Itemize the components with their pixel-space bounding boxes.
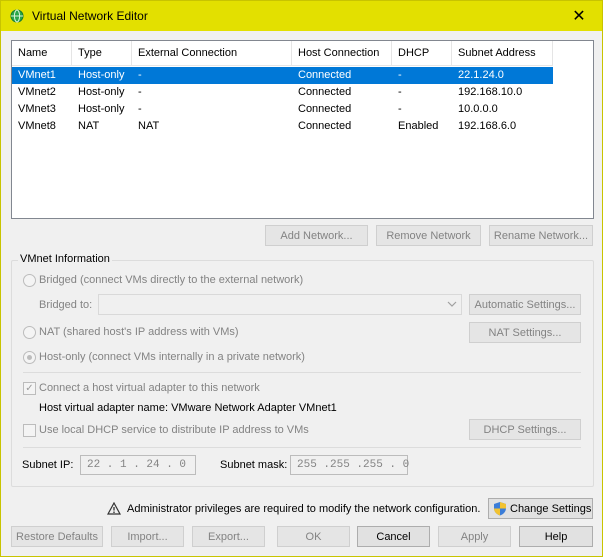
subnet-mask-label: Subnet mask:: [220, 459, 288, 471]
cell-name: VMnet8: [18, 120, 56, 132]
separator: [23, 372, 581, 373]
column-header-name[interactable]: Name: [12, 41, 72, 66]
cell-subnet: 192.168.10.0: [458, 86, 523, 98]
cell-type: Host-only: [78, 86, 125, 98]
list-header: Name Type External Connection Host Conne…: [12, 41, 553, 66]
connect-adapter-checkbox[interactable]: ✓: [23, 382, 36, 395]
host-only-radio[interactable]: [23, 351, 36, 364]
bridged-to-label: Bridged to:: [39, 299, 93, 311]
subnet-mask-field[interactable]: 255 .255 .255 . 0: [290, 455, 409, 475]
dhcp-label: Use local DHCP service to distribute IP …: [39, 424, 309, 436]
warning-icon: [106, 501, 122, 518]
cell-subnet: 10.0.0.0: [458, 103, 498, 115]
subnet-ip-label: Subnet IP:: [22, 459, 74, 471]
host-only-label: Host-only (connect VMs internally in a p…: [39, 351, 305, 363]
admin-notice-text: Administrator privileges are required to…: [127, 503, 481, 515]
cell-dhcp: -: [398, 103, 402, 115]
bridged-radio[interactable]: [23, 274, 36, 287]
network-list[interactable]: Name Type External Connection Host Conne…: [11, 40, 594, 219]
nat-settings-button[interactable]: NAT Settings...: [469, 322, 581, 343]
import-button[interactable]: Import...: [111, 526, 184, 547]
cell-subnet: 22.1.24.0: [458, 69, 504, 81]
change-settings-button[interactable]: Change Settings: [488, 498, 593, 519]
separator: [23, 447, 581, 448]
column-header-dhcp[interactable]: DHCP: [392, 41, 452, 66]
export-button[interactable]: Export...: [192, 526, 265, 547]
remove-network-button[interactable]: Remove Network: [376, 225, 481, 246]
dhcp-settings-button[interactable]: DHCP Settings...: [469, 419, 581, 440]
chevron-down-icon: [447, 298, 457, 313]
cell-name: VMnet2: [18, 86, 56, 98]
column-header-external-connection[interactable]: External Connection: [132, 41, 292, 66]
bridged-to-dropdown[interactable]: [98, 294, 462, 315]
shield-icon: [493, 501, 507, 516]
cell-name: VMnet3: [18, 103, 56, 115]
ok-button[interactable]: OK: [277, 526, 350, 547]
cell-host-connection: Connected: [298, 120, 352, 132]
cell-type: Host-only: [78, 69, 125, 81]
cell-host-connection: Connected: [298, 69, 352, 81]
bridged-label: Bridged (connect VMs directly to the ext…: [39, 274, 304, 286]
cancel-button[interactable]: Cancel: [357, 526, 430, 547]
subnet-ip-field[interactable]: 22 . 1 . 24 . 0: [80, 455, 196, 475]
column-header-subnet-address[interactable]: Subnet Address: [452, 41, 553, 66]
table-row[interactable]: VMnet2 Host-only - Connected - 192.168.1…: [12, 84, 553, 101]
change-settings-label: Change Settings: [510, 502, 592, 515]
nat-label: NAT (shared host's IP address with VMs): [39, 326, 239, 338]
group-title: VMnet Information: [18, 253, 112, 265]
cell-external: NAT: [138, 120, 160, 132]
cell-type: Host-only: [78, 103, 125, 115]
close-button[interactable]: ✕: [556, 1, 602, 31]
close-icon: ✕: [572, 8, 586, 25]
help-button[interactable]: Help: [519, 526, 593, 547]
dhcp-checkbox[interactable]: [23, 424, 36, 437]
automatic-settings-button[interactable]: Automatic Settings...: [469, 294, 581, 315]
table-row[interactable]: VMnet1 Host-only - Connected - 22.1.24.0: [12, 67, 553, 84]
virtual-network-editor-window: Virtual Network Editor ✕ Name Type Exter…: [0, 0, 603, 557]
adapter-name-text: Host virtual adapter name: VMware Networ…: [39, 402, 337, 414]
cell-dhcp: Enabled: [398, 120, 439, 132]
table-row[interactable]: VMnet3 Host-only - Connected - 10.0.0.0: [12, 101, 553, 118]
cell-external: -: [138, 103, 142, 115]
cell-dhcp: -: [398, 69, 402, 81]
cell-host-connection: Connected: [298, 103, 352, 115]
cell-name: VMnet1: [18, 69, 56, 81]
title-bar[interactable]: Virtual Network Editor ✕: [1, 1, 602, 31]
cell-type: NAT: [78, 120, 100, 132]
cell-dhcp: -: [398, 86, 402, 98]
restore-defaults-button[interactable]: Restore Defaults: [11, 526, 103, 547]
nat-radio[interactable]: [23, 326, 36, 339]
window-title: Virtual Network Editor: [32, 9, 148, 23]
cell-external: -: [138, 69, 142, 81]
column-header-type[interactable]: Type: [72, 41, 132, 66]
globe-icon: [10, 9, 24, 23]
column-header-host-connection[interactable]: Host Connection: [292, 41, 392, 66]
add-network-button[interactable]: Add Network...: [265, 225, 368, 246]
cell-subnet: 192.168.6.0: [458, 120, 517, 132]
cell-external: -: [138, 86, 142, 98]
connect-adapter-label: Connect a host virtual adapter to this n…: [39, 382, 260, 394]
rename-network-button[interactable]: Rename Network...: [489, 225, 593, 246]
apply-button[interactable]: Apply: [438, 526, 511, 547]
table-row[interactable]: VMnet8 NAT NAT Connected Enabled 192.168…: [12, 118, 553, 135]
cell-host-connection: Connected: [298, 86, 352, 98]
